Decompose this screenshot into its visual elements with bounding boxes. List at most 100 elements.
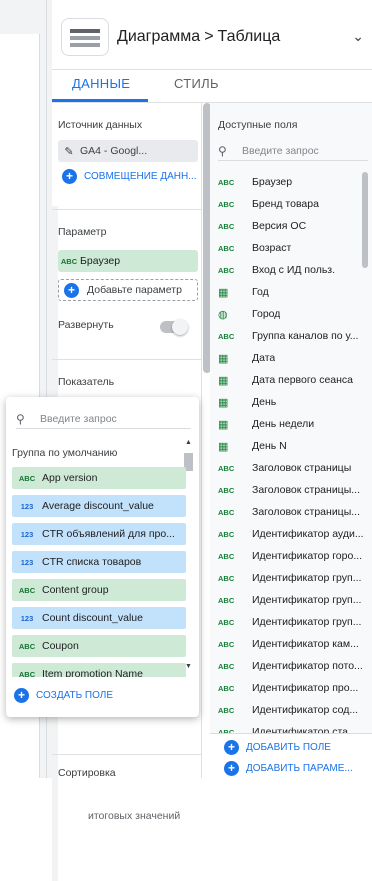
field-label: Возраст [252, 242, 292, 254]
search-icon: ⚲ [16, 411, 25, 426]
fields-scrollbar[interactable] [362, 172, 368, 268]
add-field-label: ДОБАВИТЬ ПОЛЕ [246, 742, 331, 753]
breadcrumb-separator: > [204, 28, 214, 45]
field-label: Заголовок страницы [252, 462, 352, 474]
scroll-up-icon[interactable]: ▲ [185, 439, 192, 446]
text-type-icon: ABC [218, 463, 235, 473]
text-type-icon: ABC [218, 551, 235, 561]
field-item[interactable]: ABC Идентификатор сод... [218, 699, 366, 721]
field-label: Идентификатор кам... [252, 638, 359, 650]
field-item[interactable]: ABC Браузер [218, 171, 366, 193]
field-item[interactable]: ABC Заголовок страницы... [218, 479, 366, 501]
globe-icon: ◍ [218, 308, 228, 321]
fields-search-input[interactable]: Введите запрос [242, 145, 319, 157]
metric-picker-list: ABC App version 123 Average discount_value 1… [12, 467, 186, 677]
field-label: День недели [252, 418, 315, 430]
fields-search[interactable]: ⚲ Введите запрос [218, 141, 368, 161]
panel-tabs: ДАННЫЕ СТИЛЬ [52, 70, 372, 102]
text-type-icon: ABC [218, 639, 235, 649]
field-item[interactable]: ABC Бренд товара [218, 193, 366, 215]
field-item[interactable]: ▦ День N [218, 435, 366, 457]
metric-option-label: CTR объявлений для про... [42, 528, 175, 540]
metric-option-label: Content group [42, 584, 109, 596]
create-field-button[interactable]: + СОЗДАТЬ ПОЛЕ [14, 688, 113, 703]
tab-data[interactable]: ДАННЫЕ [72, 76, 130, 91]
dimension-chip[interactable]: ABC Браузер [58, 250, 198, 272]
calendar-icon: ▦ [218, 440, 229, 453]
metric-option[interactable]: 123 CTR объявлений для про... [12, 523, 186, 545]
field-item[interactable]: ABC Идентификатор груп... [218, 589, 366, 611]
scroll-down-icon[interactable]: ▼ [185, 663, 192, 670]
field-label: Идентификатор горо... [252, 550, 363, 562]
add-field-button[interactable]: + ДОБАВИТЬ ПОЛЕ [224, 740, 331, 755]
text-type-icon: ABC [218, 221, 235, 231]
add-parameter-button[interactable]: + ДОБАВИТЬ ПАРАМЕ... [224, 761, 353, 776]
drill-down-toggle[interactable] [160, 319, 188, 335]
metric-option-label: Item promotion Name [42, 668, 143, 677]
data-source-title: Источник данных [58, 119, 143, 131]
metric-option[interactable]: 123 Average discount_value [12, 495, 186, 517]
table-chart-icon[interactable] [61, 18, 109, 56]
metric-search-input[interactable]: Введите запрос [40, 413, 117, 425]
chevron-down-icon[interactable]: ⌄ [352, 28, 364, 45]
data-source-chip[interactable]: ✎ GA4 - Googl... [58, 140, 198, 162]
field-label: Бренд товара [252, 198, 319, 210]
text-type-icon: ABC [218, 683, 235, 693]
field-item[interactable]: ABC Идентификатор груп... [218, 567, 366, 589]
field-item[interactable]: ▦ Дата первого сеанса [218, 369, 366, 391]
text-type-icon: ABC [18, 669, 36, 678]
field-item[interactable]: ▦ Год [218, 281, 366, 303]
field-item[interactable]: ▦ Дата [218, 347, 366, 369]
field-item[interactable]: ABC Идентификатор ауди... [218, 523, 366, 545]
field-label: Заголовок страницы... [252, 506, 360, 518]
metric-option[interactable]: 123 CTR списка товаров [12, 551, 186, 573]
field-item[interactable]: ABC Группа каналов по у... [218, 325, 366, 347]
add-dimension-button[interactable]: + Добавьте параметр [58, 279, 198, 301]
metric-option[interactable]: ABC App version [12, 467, 186, 489]
field-item[interactable]: ABC Идентификатор горо... [218, 545, 366, 567]
pencil-icon[interactable]: ✎ [58, 145, 80, 158]
metric-option[interactable]: ABC Coupon [12, 635, 186, 657]
section-divider [52, 754, 202, 755]
add-icon: + [224, 761, 239, 776]
field-item[interactable]: ABC Вход с ИД польз. [218, 259, 366, 281]
add-parameter-label: ДОБАВИТЬ ПАРАМЕ... [246, 763, 353, 774]
data-source-name: GA4 - Googl... [80, 145, 148, 157]
number-type-icon: 123 [20, 557, 34, 567]
field-label: Идентификатор ауди... [252, 528, 364, 540]
field-item[interactable]: ABC Версия ОС [218, 215, 366, 237]
field-item[interactable]: ◍ Город [218, 303, 366, 325]
field-item[interactable]: ABC Возраст [218, 237, 366, 259]
field-label: Идентификатор груп... [252, 616, 362, 628]
field-item[interactable]: ▦ День недели [218, 413, 366, 435]
text-type-icon: ABC [218, 199, 235, 209]
metric-option[interactable]: ABC Item promotion Name [12, 663, 186, 677]
calendar-icon: ▦ [218, 286, 229, 299]
text-type-icon: ABC [218, 485, 235, 495]
text-type-icon: ABC [218, 573, 235, 583]
field-label: День [252, 396, 277, 408]
text-type-icon: ABC [218, 595, 235, 605]
blend-data-button[interactable]: + СОВМЕЩЕНИЕ ДАНН... [62, 169, 197, 184]
add-dimension-label: Добавьте параметр [87, 284, 182, 296]
tab-style[interactable]: СТИЛЬ [174, 76, 219, 91]
field-item[interactable]: ABC Идентификатор пото... [218, 655, 366, 677]
dimension-title: Параметр [58, 226, 107, 238]
available-fields-title: Доступные поля [218, 119, 298, 131]
field-item[interactable]: ABC Идентификатор груп... [218, 611, 366, 633]
metric-search[interactable]: ⚲ Введите запрос [16, 409, 191, 429]
text-type-icon: ABC [218, 617, 235, 627]
calendar-icon: ▦ [218, 418, 229, 431]
field-item[interactable]: ABC Идентификатор про... [218, 677, 366, 699]
text-type-icon: ABC [218, 243, 235, 253]
search-icon: ⚲ [218, 143, 227, 158]
metric-option[interactable]: ABC Content group [12, 579, 186, 601]
field-item[interactable]: ABC Идентификатор кам... [218, 633, 366, 655]
chart-type-breadcrumb[interactable]: Диаграмма > Таблица [117, 28, 280, 46]
metric-option[interactable]: 123 Count discount_value [12, 607, 186, 629]
field-item[interactable]: ABC Заголовок страницы [218, 457, 366, 479]
text-type-icon: ABC [60, 256, 78, 266]
totals-label: итоговых значений [88, 810, 181, 822]
field-item[interactable]: ▦ День [218, 391, 366, 413]
field-item[interactable]: ABC Заголовок страницы... [218, 501, 366, 523]
